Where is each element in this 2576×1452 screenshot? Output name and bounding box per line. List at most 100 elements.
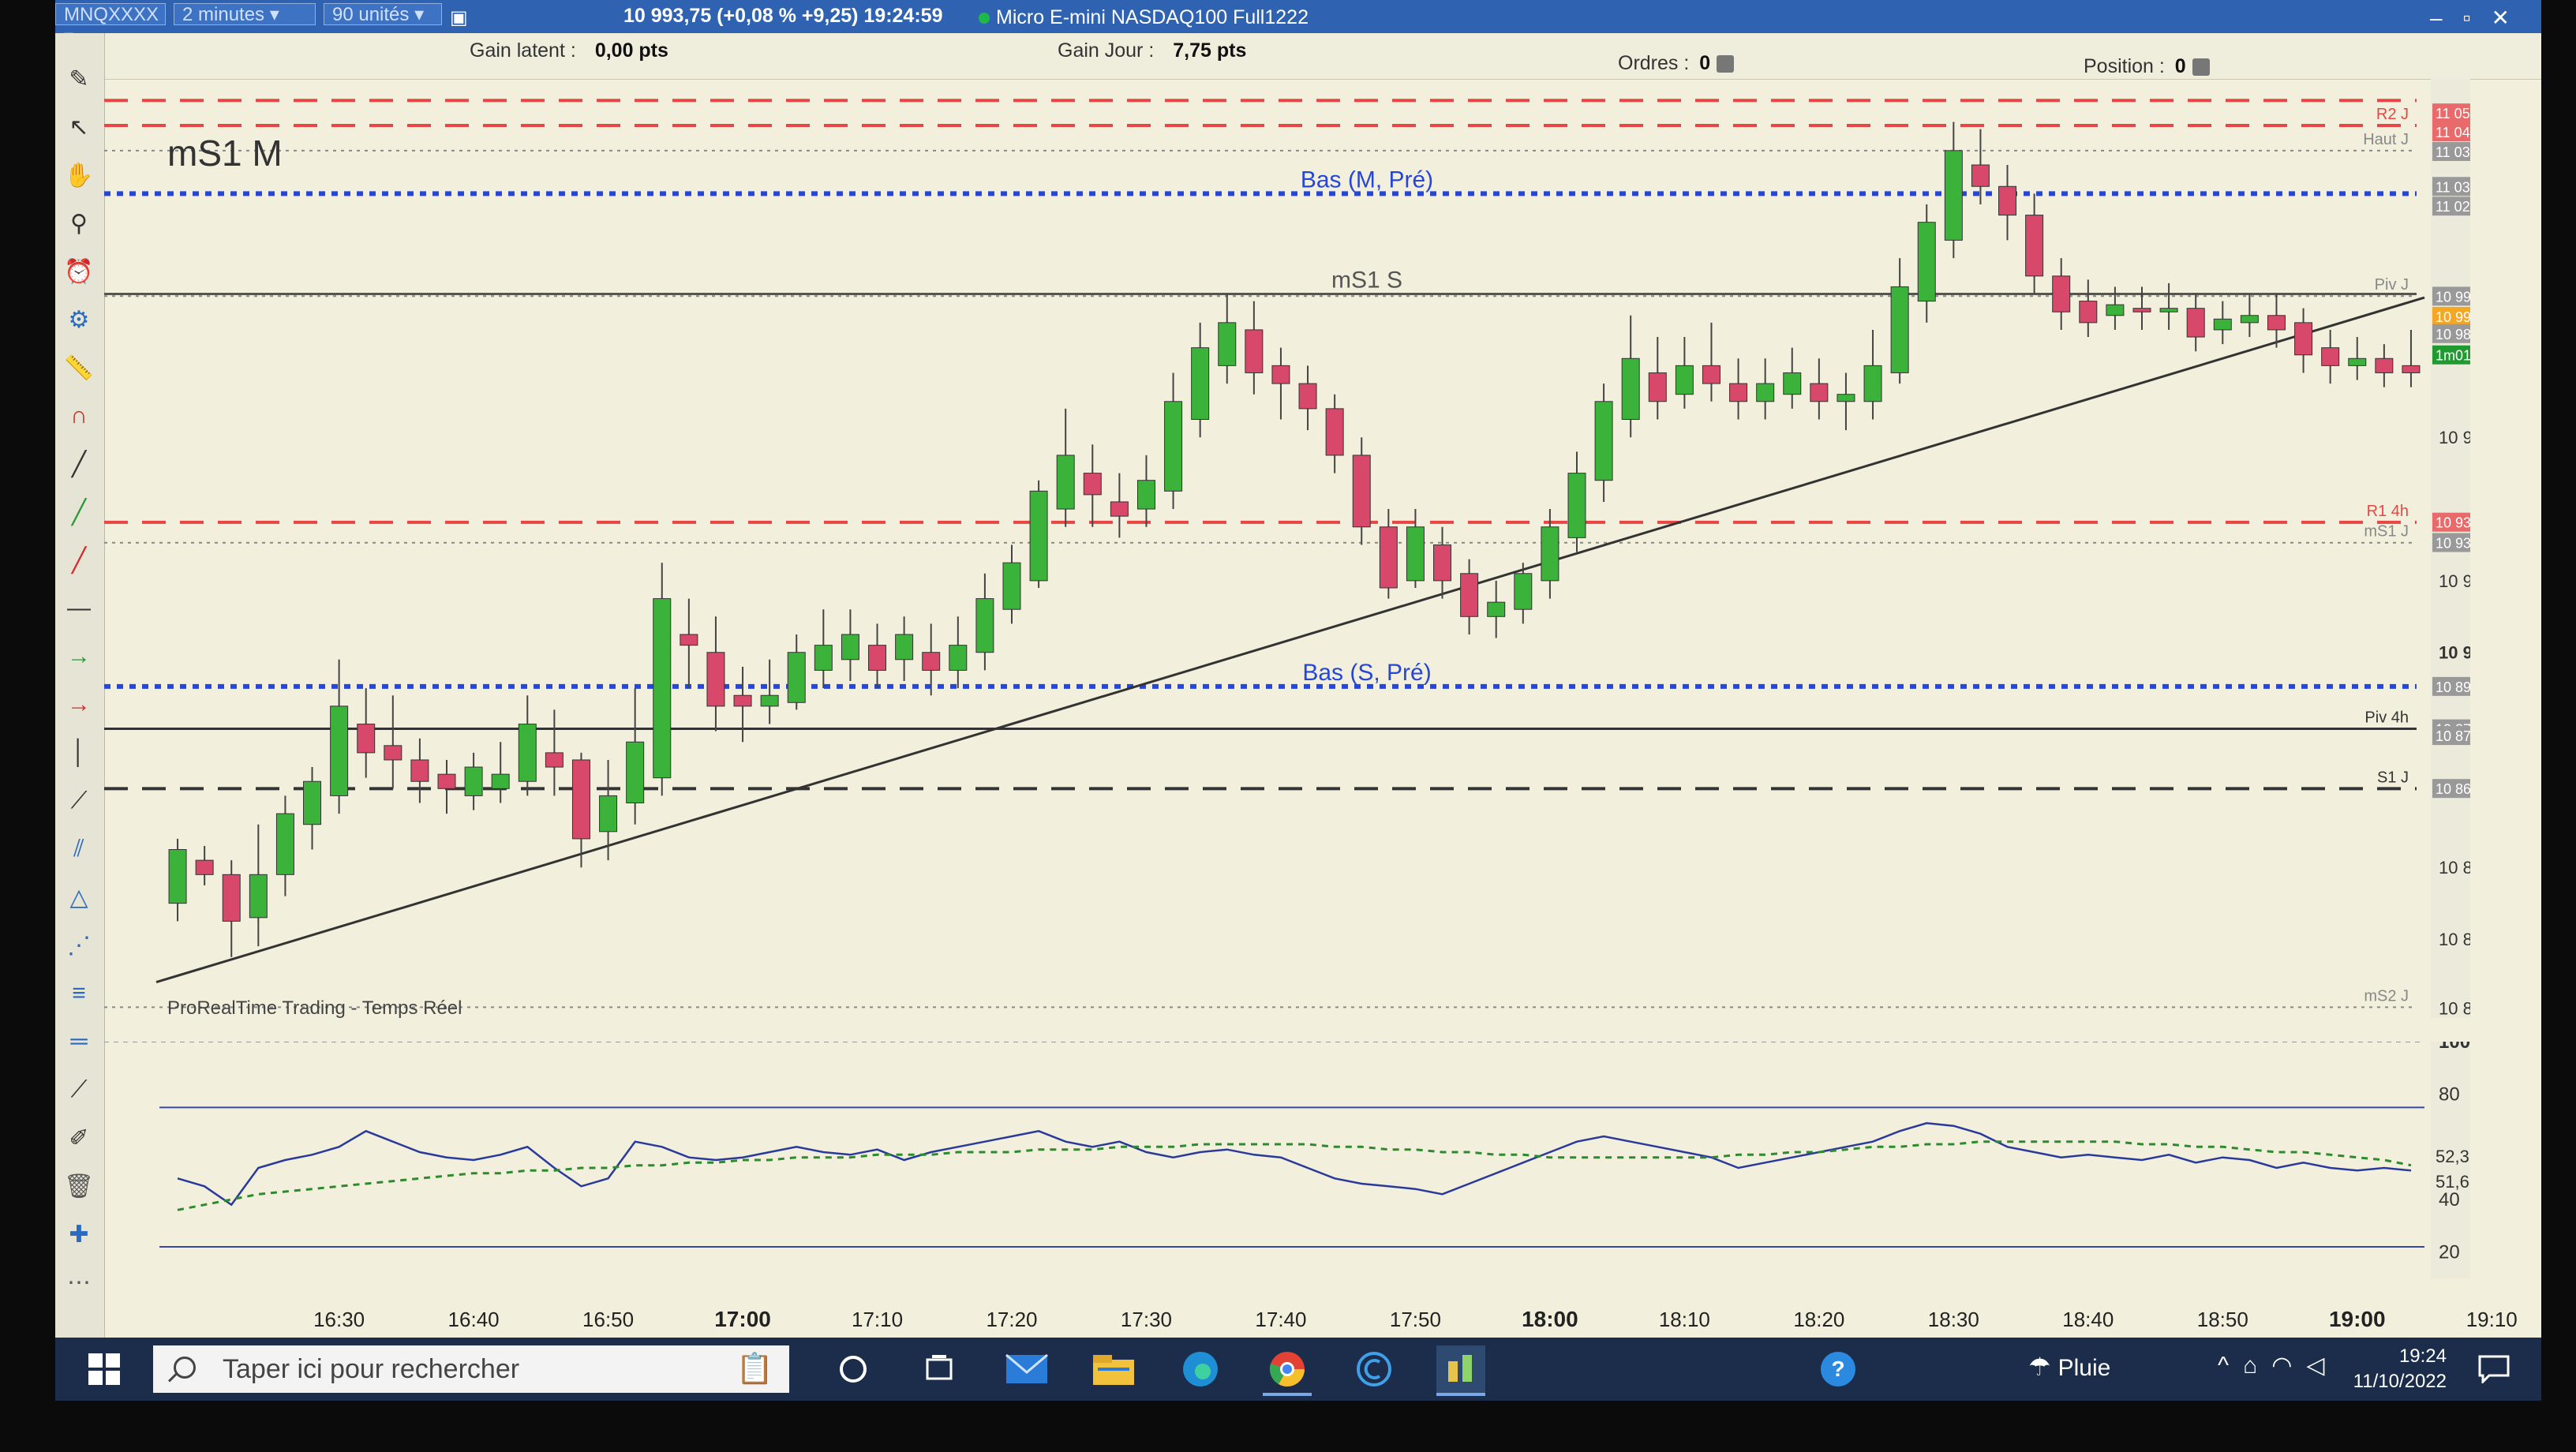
- candle-body[interactable]: [1056, 455, 1075, 510]
- candle-body[interactable]: [2321, 347, 2340, 366]
- candle-body[interactable]: [1863, 365, 1882, 402]
- candle-body[interactable]: [1675, 365, 1694, 395]
- cursor-icon[interactable]: ↖: [62, 110, 96, 144]
- chart-area[interactable]: R2 J Haut J Bas (M, Pré) mS1 S Piv J R1 4h mS1…: [104, 79, 2470, 1294]
- windows-start-button[interactable]: [73, 1345, 136, 1393]
- window-controls[interactable]: –▫✕: [2430, 5, 2530, 31]
- candle-body[interactable]: [1136, 480, 1155, 510]
- candle-body[interactable]: [2132, 308, 2151, 312]
- candle-body[interactable]: [922, 652, 941, 671]
- file-explorer-button[interactable]: [1089, 1345, 1138, 1393]
- candle-body[interactable]: [2079, 301, 2098, 324]
- instrument-select[interactable]: MNQXXXX ▾: [55, 3, 166, 47]
- volume-icon[interactable]: ◁: [2306, 1353, 2338, 1379]
- candle-body[interactable]: [1837, 394, 1855, 402]
- weather-widget[interactable]: ☂ Pluie: [2028, 1352, 2110, 1382]
- ordres[interactable]: Ordres : 0: [1618, 52, 1735, 75]
- candle-body[interactable]: [787, 652, 806, 703]
- network-icon[interactable]: ⌂: [2243, 1353, 2271, 1379]
- candle-body[interactable]: [1325, 408, 1344, 456]
- candle-body[interactable]: [1271, 365, 1290, 384]
- candle-body[interactable]: [1729, 383, 1748, 402]
- candle-body[interactable]: [437, 773, 456, 789]
- hand-icon[interactable]: ✋: [62, 158, 96, 193]
- candle-body[interactable]: [626, 741, 645, 803]
- candle-body[interactable]: [2402, 365, 2421, 373]
- candle-body[interactable]: [1379, 526, 1398, 589]
- ruler-icon[interactable]: 📏: [62, 350, 96, 385]
- robot-icon[interactable]: ⚙: [62, 302, 96, 337]
- candle-body[interactable]: [195, 859, 214, 875]
- magnifier-icon[interactable]: ⚲: [62, 206, 96, 241]
- prorealtime-button[interactable]: [1436, 1345, 1485, 1396]
- fibonacci-icon[interactable]: ≡: [62, 976, 96, 1011]
- candle-body[interactable]: [1083, 473, 1102, 496]
- clock[interactable]: 19:24 11/10/2022: [2353, 1344, 2447, 1394]
- candle-body[interactable]: [491, 773, 510, 789]
- brush-icon[interactable]: ✐: [62, 1121, 96, 1155]
- candle-body[interactable]: [1621, 357, 1640, 420]
- ccleaner-button[interactable]: [1350, 1345, 1398, 1393]
- candle-body[interactable]: [1433, 544, 1452, 582]
- candle-body[interactable]: [410, 759, 429, 782]
- units-select[interactable]: 90 unités ▾: [324, 3, 442, 25]
- candle-body[interactable]: [1541, 526, 1559, 582]
- position-panel-icon[interactable]: [2192, 58, 2210, 77]
- red-line-icon[interactable]: ╱: [62, 543, 96, 578]
- candle-body[interactable]: [653, 598, 672, 779]
- candle-body[interactable]: [1218, 322, 1237, 366]
- mail-button[interactable]: [1002, 1345, 1051, 1393]
- restore-icon[interactable]: ▫: [2463, 6, 2492, 30]
- candle-body[interactable]: [814, 645, 833, 671]
- green-arrow-icon[interactable]: →: [62, 639, 96, 674]
- interval-select[interactable]: 2 minutes ▾: [174, 3, 316, 25]
- candle-body[interactable]: [841, 634, 859, 661]
- candle-body[interactable]: [1810, 383, 1829, 402]
- candle-body[interactable]: [1029, 490, 1048, 582]
- magnet-icon[interactable]: ∩: [62, 399, 96, 433]
- candle-body[interactable]: [545, 752, 564, 768]
- fan-icon[interactable]: ⋰: [62, 928, 96, 963]
- candle-body[interactable]: [249, 874, 268, 919]
- candle-body[interactable]: [303, 780, 322, 825]
- candle-body[interactable]: [1998, 185, 2017, 216]
- candle-body[interactable]: [2159, 308, 2178, 312]
- target-icon[interactable]: ✚: [62, 1217, 96, 1252]
- candle-body[interactable]: [2052, 275, 2071, 312]
- candle-body[interactable]: [2186, 308, 2205, 338]
- candle-body[interactable]: [1944, 150, 1963, 241]
- orders-panel-icon[interactable]: [1717, 55, 1735, 73]
- candle-body[interactable]: [1245, 329, 1264, 373]
- level-icon[interactable]: ═: [62, 1024, 96, 1059]
- close-icon[interactable]: ✕: [2492, 6, 2530, 30]
- candle-body[interactable]: [1567, 473, 1586, 538]
- wifi-icon[interactable]: ◠: [2271, 1353, 2306, 1379]
- candle-body[interactable]: [706, 652, 725, 707]
- triangle-icon[interactable]: △: [62, 880, 96, 915]
- candle-body[interactable]: [1890, 286, 1909, 373]
- candle-body[interactable]: [275, 813, 294, 875]
- candle-body[interactable]: [1487, 601, 1506, 617]
- price-chart[interactable]: R2 J Haut J Bas (M, Pré) mS1 S Piv J R1 4h mS1…: [104, 79, 2470, 1018]
- candle-body[interactable]: [2267, 315, 2286, 331]
- candle-body[interactable]: [464, 766, 483, 796]
- candle-body[interactable]: [1917, 222, 1936, 302]
- candle-body[interactable]: [733, 694, 752, 707]
- candle-body[interactable]: [1298, 383, 1317, 410]
- candle-body[interactable]: [1110, 501, 1129, 517]
- line-icon[interactable]: ╱: [62, 447, 96, 481]
- candle-body[interactable]: [2025, 215, 2044, 277]
- position[interactable]: Position : 0: [2084, 55, 2210, 78]
- more-icon[interactable]: ⋯: [62, 1265, 96, 1300]
- edge-button[interactable]: [1176, 1345, 1225, 1393]
- minimize-icon[interactable]: –: [2430, 6, 2463, 30]
- candle-body[interactable]: [1164, 401, 1183, 492]
- oscillator-chart[interactable]: 100 80 40 20 52,328 51,685: [104, 1042, 2470, 1278]
- candle-body[interactable]: [1756, 383, 1775, 402]
- candle-body[interactable]: [1406, 526, 1425, 582]
- chevron-up-icon[interactable]: ^: [2218, 1353, 2243, 1379]
- candle-body[interactable]: [868, 645, 887, 671]
- task-view-button[interactable]: [915, 1345, 964, 1393]
- candle-body[interactable]: [571, 759, 590, 840]
- green-line-icon[interactable]: ╱: [62, 495, 96, 530]
